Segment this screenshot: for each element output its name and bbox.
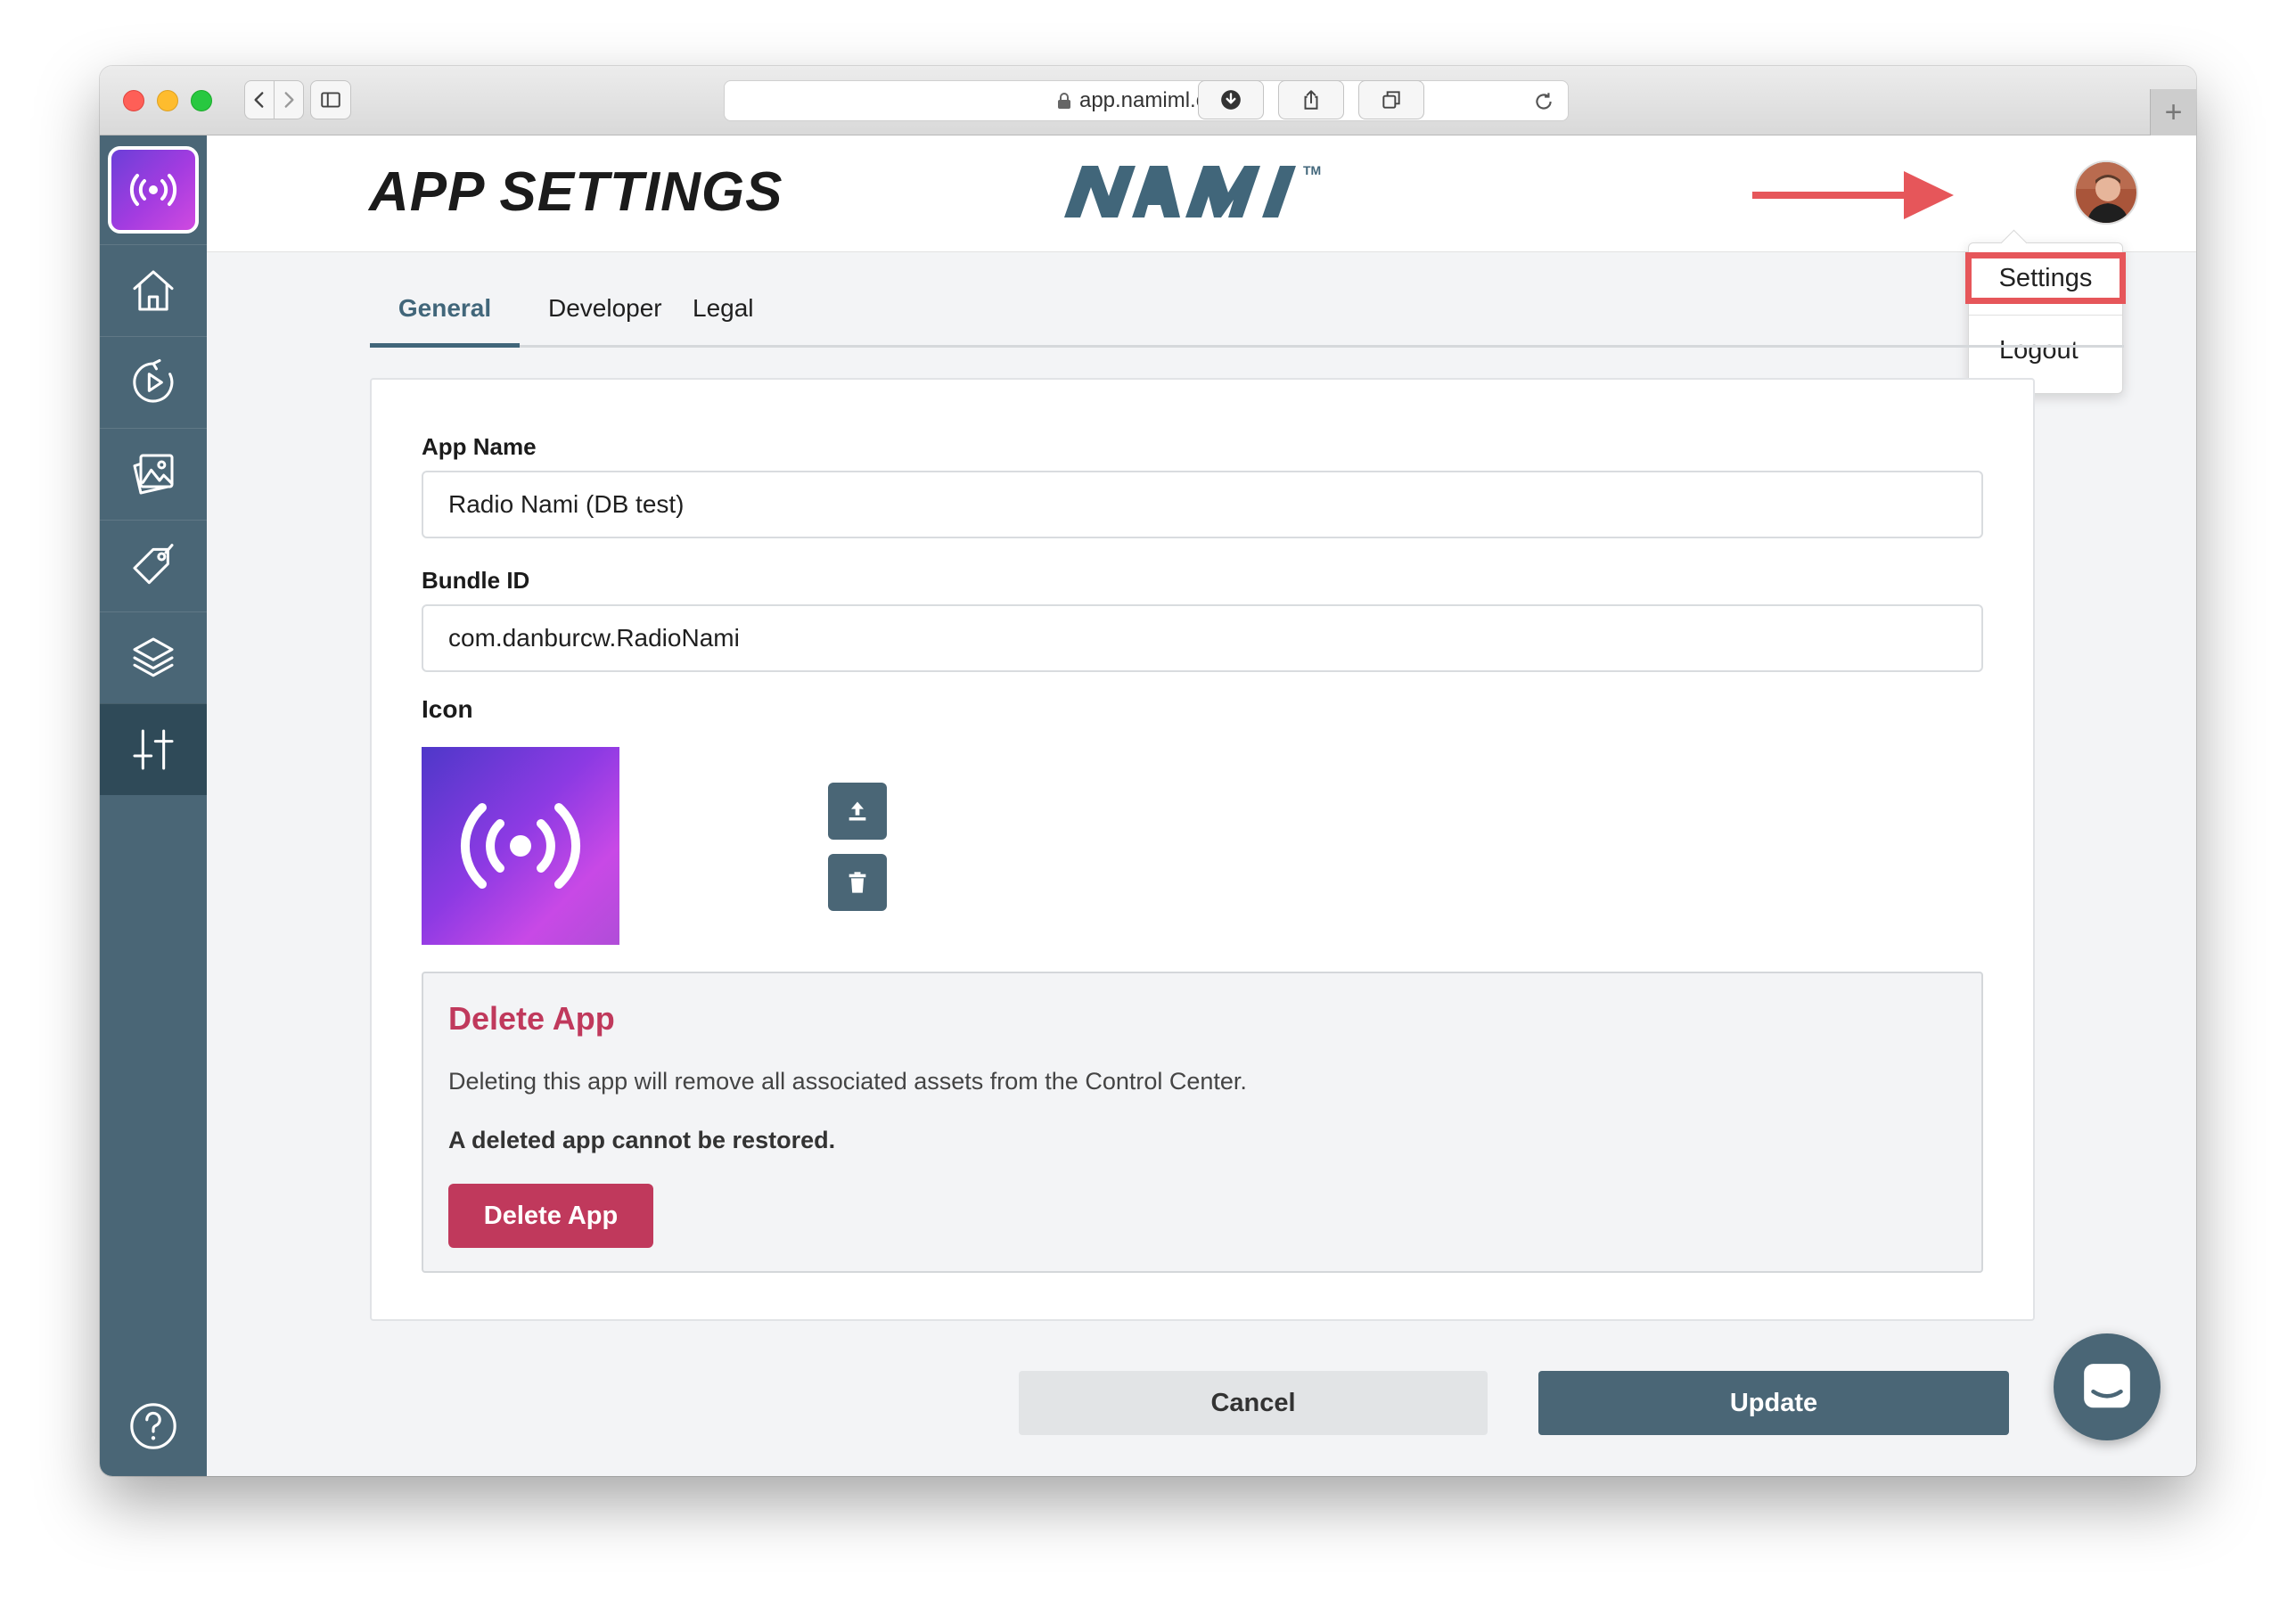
sidebar-item-settings[interactable]: [100, 703, 207, 795]
sidebar-item-products[interactable]: [100, 520, 207, 611]
app-name-field[interactable]: Radio Nami (DB test): [422, 471, 1983, 538]
back-button[interactable]: [244, 80, 275, 119]
help-button[interactable]: [100, 1382, 207, 1471]
delete-icon-button[interactable]: [828, 854, 887, 911]
home-icon: [133, 270, 174, 311]
sidebar-item-entitlements[interactable]: [100, 611, 207, 703]
sidebar-item-campaigns[interactable]: [100, 336, 207, 428]
close-window-button[interactable]: [123, 90, 144, 111]
chevron-left-icon: [254, 92, 264, 108]
delete-app-warning: A deleted app cannot be restored.: [448, 1127, 836, 1153]
share-button[interactable]: [1278, 80, 1344, 119]
minimize-window-button[interactable]: [157, 90, 178, 111]
tag-icon: [133, 544, 174, 585]
upload-icon-button[interactable]: [828, 783, 887, 840]
address-bar[interactable]: app.namiml.com: [724, 80, 1569, 121]
annotation-arrow: [1752, 171, 1954, 219]
layers-icon: [133, 637, 174, 677]
update-button[interactable]: Update: [1538, 1371, 2009, 1435]
reload-icon[interactable]: [1532, 90, 1555, 113]
app-name-label: App Name: [422, 433, 537, 460]
download-icon: [1221, 90, 1241, 110]
play-circle-icon: [133, 358, 174, 403]
tabs-icon: [1382, 91, 1400, 109]
browser-toolbar: app.namiml.com +: [100, 66, 2196, 135]
browser-window: app.namiml.com + APP SETTINGS TM Setting…: [100, 66, 2196, 1476]
brand-tm: TM: [1303, 163, 1321, 177]
tab-legal[interactable]: Legal: [693, 294, 754, 348]
cancel-button[interactable]: Cancel: [1019, 1371, 1488, 1435]
delete-app-button[interactable]: Delete App: [448, 1184, 653, 1248]
zoom-window-button[interactable]: [191, 90, 212, 111]
delete-app-title: Delete App: [448, 1000, 615, 1037]
settings-tabs: General Developer Legal: [370, 285, 2124, 348]
downloads-button[interactable]: [1198, 80, 1264, 119]
sidebar-item-paywalls[interactable]: [100, 428, 207, 520]
general-settings-card: App Name Radio Nami (DB test) Bundle ID …: [370, 378, 2035, 1321]
upload-icon: [849, 801, 866, 821]
app-logo[interactable]: [108, 146, 199, 234]
tab-general[interactable]: General: [370, 294, 520, 348]
nami-logo: TM: [1064, 163, 1321, 217]
help-icon: [130, 1403, 176, 1449]
bundle-id-field[interactable]: com.danburcw.RadioNami: [422, 604, 1983, 672]
delete-app-section: Delete App Deleting this app will remove…: [422, 972, 1983, 1273]
sidebar-item-home[interactable]: [100, 244, 207, 336]
avatar[interactable]: [2074, 160, 2138, 225]
tabs-overview-button[interactable]: [1358, 80, 1424, 119]
broadcast-icon: [460, 803, 581, 889]
lock-icon: [1057, 93, 1070, 109]
trash-icon: [849, 872, 866, 893]
new-tab-button[interactable]: +: [2150, 89, 2196, 135]
forward-button[interactable]: [274, 80, 304, 119]
share-icon: [1304, 90, 1318, 110]
icon-label: Icon: [422, 695, 473, 723]
delete-app-description: Deleting this app will remove all associ…: [448, 1068, 1247, 1095]
bundle-id-label: Bundle ID: [422, 567, 530, 594]
tab-developer[interactable]: Developer: [548, 294, 662, 348]
chat-icon: [2084, 1364, 2130, 1408]
sidebar: [100, 135, 207, 1476]
broadcast-icon: [129, 174, 177, 206]
sliders-icon: [133, 729, 174, 770]
chat-launcher-button[interactable]: [2054, 1333, 2161, 1440]
sidebar-icon: [321, 92, 340, 108]
chevron-right-icon: [284, 92, 294, 108]
app-icon-preview: [422, 747, 619, 945]
gallery-icon: [133, 454, 174, 495]
sidebar-toggle-button[interactable]: [310, 80, 351, 119]
user-avatar-icon: [2076, 162, 2136, 223]
page-title: APP SETTINGS: [369, 161, 783, 223]
